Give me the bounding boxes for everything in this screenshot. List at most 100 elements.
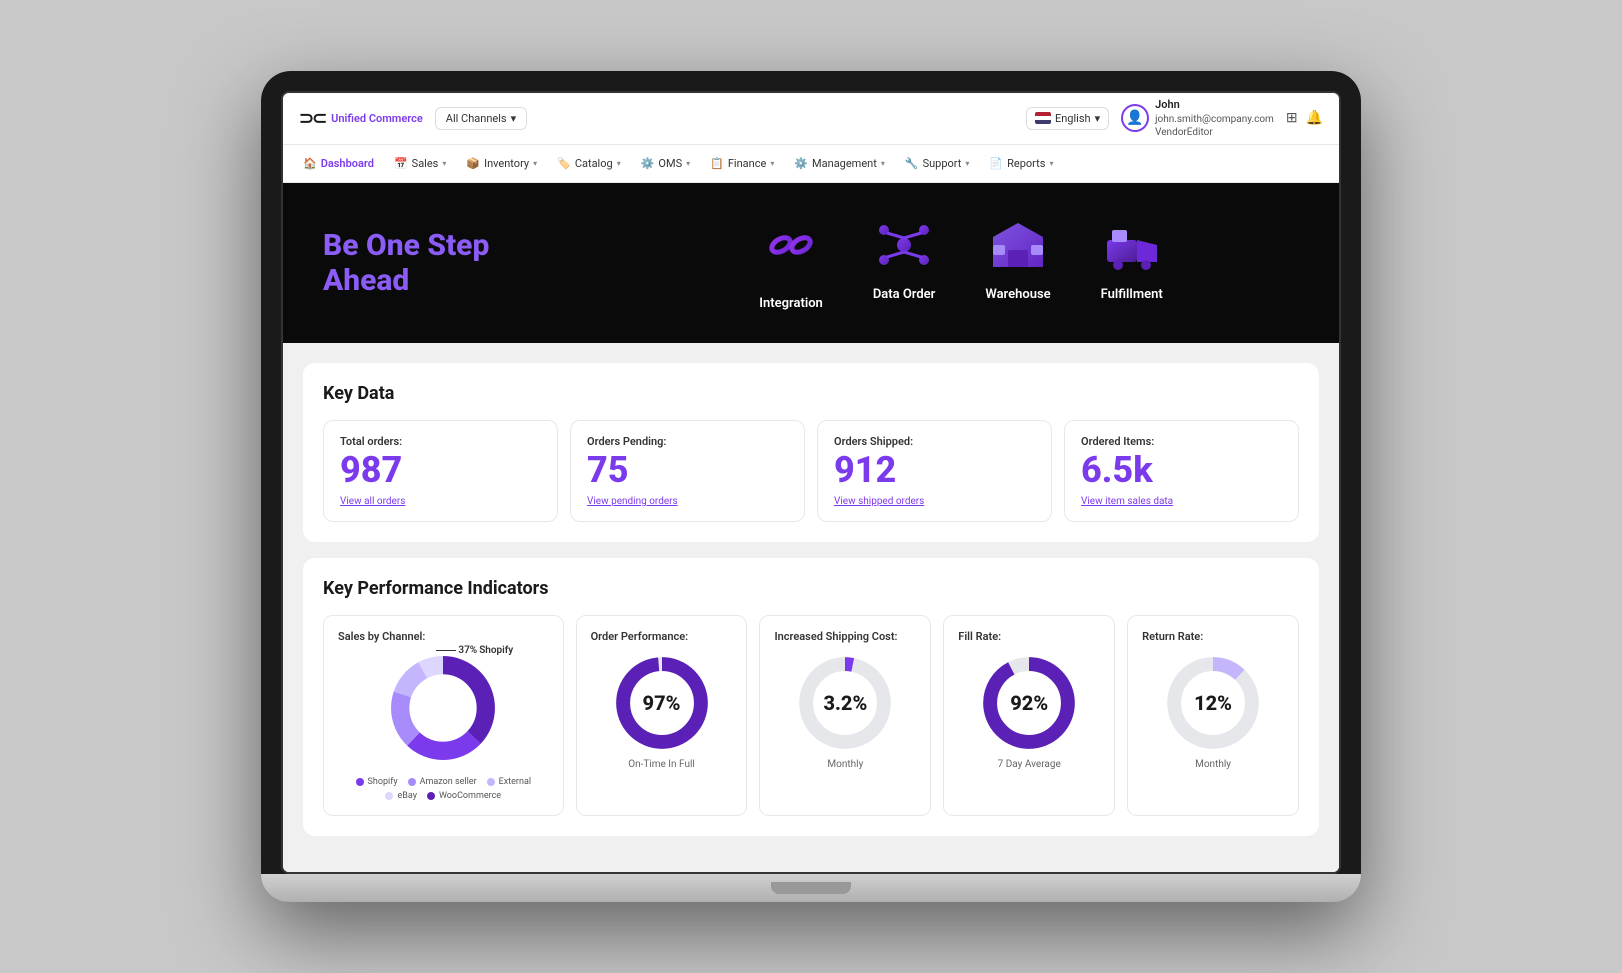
hero-feature-fulfillment[interactable]: Fulfillment (1101, 215, 1163, 311)
channel-chevron: ▾ (511, 112, 517, 125)
return-rate-card: Return Rate: 12% Monthly (1127, 615, 1299, 816)
nav-finance[interactable]: 📋 Finance ▾ (710, 157, 774, 170)
shipping-cost-center: 3.2% (823, 691, 867, 715)
catalog-chevron: ▾ (617, 159, 621, 168)
nav-management[interactable]: ⚙️ Management ▾ (794, 157, 885, 170)
view-item-sales-link[interactable]: View item sales data (1081, 496, 1282, 507)
hero-section: Be One Step Ahead (283, 183, 1339, 343)
total-orders-card: Total orders: 987 View all orders (323, 420, 558, 522)
integration-icon (761, 215, 821, 288)
lang-chevron: ▾ (1095, 112, 1101, 125)
nav-catalog[interactable]: 🏷️ Catalog ▾ (557, 157, 621, 170)
user-info: 👤 John john.smith@company.com VendorEdit… (1121, 98, 1274, 138)
language-label: English (1055, 112, 1091, 125)
orders-pending-label: Orders Pending: (587, 435, 788, 448)
fulfillment-icon (1102, 215, 1162, 279)
nav-oms-label: OMS (658, 157, 682, 170)
warehouse-label: Warehouse (985, 287, 1050, 302)
reports-icon: 📄 (989, 157, 1003, 170)
fill-rate-title: Fill Rate: (958, 630, 1100, 643)
nav-catalog-label: Catalog (575, 157, 613, 170)
orders-pending-value: 75 (587, 452, 788, 488)
nav-icons: ⊞ 🔔 (1286, 110, 1323, 126)
ebay-legend-label: eBay (397, 791, 416, 801)
order-performance-center: 97% (643, 691, 681, 715)
shipping-cost-donut: 3.2% (795, 653, 895, 753)
orders-pending-card: Orders Pending: 75 View pending orders (570, 420, 805, 522)
hero-feature-integration[interactable]: Integration (759, 215, 823, 311)
fulfillment-label: Fulfillment (1101, 287, 1163, 302)
order-performance-sub: On-Time In Full (591, 759, 733, 770)
external-dot (487, 778, 495, 786)
hero-feature-dataorder[interactable]: Data Order (873, 215, 936, 311)
language-select[interactable]: English ▾ (1026, 107, 1109, 130)
reports-chevron: ▾ (1049, 159, 1053, 168)
nav-inventory[interactable]: 📦 Inventory ▾ (466, 157, 537, 170)
grid-icon[interactable]: ⊞ (1286, 110, 1298, 126)
return-rate-title: Return Rate: (1142, 630, 1284, 643)
sales-by-channel-title: Sales by Channel: (338, 630, 549, 643)
legend-ebay: eBay (385, 791, 416, 801)
sales-chevron: ▾ (442, 159, 446, 168)
woocommerce-dot (427, 792, 435, 800)
shipping-cost-card: Increased Shipping Cost: 3.2% Month (759, 615, 931, 816)
donut-shopify-label: 37% Shopify (436, 645, 513, 656)
main-content: Key Data Total orders: 987 View all orde… (283, 343, 1339, 872)
orders-shipped-label: Orders Shipped: (834, 435, 1035, 448)
sales-donut-container: 37% Shopify Shopify (338, 653, 549, 801)
support-chevron: ▾ (965, 159, 969, 168)
oms-chevron: ▾ (686, 159, 690, 168)
ordered-items-value: 6.5k (1081, 452, 1282, 488)
shipping-cost-value: 3.2% (823, 691, 867, 715)
finance-icon: 📋 (710, 157, 724, 170)
orders-shipped-card: Orders Shipped: 912 View shipped orders (817, 420, 1052, 522)
laptop-base (261, 874, 1361, 902)
top-nav: ⊃⊂ Unified Commerce All Channels ▾ Engli… (283, 93, 1339, 145)
nav-oms[interactable]: ⚙️ OMS ▾ (641, 157, 690, 170)
logo-icon: ⊃⊂ (299, 108, 325, 129)
dashboard-icon: 🏠 (303, 157, 317, 170)
sales-donut-chart: 37% Shopify (388, 653, 498, 763)
hero-title-accent: Ahead (323, 263, 409, 298)
nav-dashboard[interactable]: 🏠 Dashboard (303, 157, 374, 170)
view-pending-orders-link[interactable]: View pending orders (587, 496, 788, 507)
hero-feature-warehouse[interactable]: Warehouse (985, 215, 1050, 311)
key-data-grid: Total orders: 987 View all orders Orders… (323, 420, 1299, 522)
inventory-icon: 📦 (466, 157, 480, 170)
legend-external: External (487, 777, 531, 787)
view-shipped-orders-link[interactable]: View shipped orders (834, 496, 1035, 507)
bell-icon[interactable]: 🔔 (1306, 110, 1323, 126)
total-orders-value: 987 (340, 452, 541, 488)
order-performance-donut: 97% (612, 653, 712, 753)
catalog-icon: 🏷️ (557, 157, 571, 170)
nav-inventory-label: Inventory (484, 157, 529, 170)
logo: ⊃⊂ Unified Commerce (299, 108, 423, 129)
sales-by-channel-card: Sales by Channel: (323, 615, 564, 816)
integration-label: Integration (759, 296, 823, 311)
nav-reports[interactable]: 📄 Reports ▾ (989, 157, 1053, 170)
nav-management-label: Management (812, 157, 877, 170)
fill-rate-donut: 92% (979, 653, 1079, 753)
return-rate-value: 12% (1194, 691, 1232, 715)
laptop-frame: ⊃⊂ Unified Commerce All Channels ▾ Engli… (261, 71, 1361, 902)
view-all-orders-link[interactable]: View all orders (340, 496, 541, 507)
laptop-notch (771, 882, 851, 894)
nav-finance-label: Finance (728, 157, 766, 170)
laptop-screen: ⊃⊂ Unified Commerce All Channels ▾ Engli… (281, 91, 1341, 874)
shipping-cost-sub: Monthly (774, 759, 916, 770)
fill-rate-center: 92% (1010, 691, 1048, 715)
channel-select[interactable]: All Channels ▾ (435, 107, 527, 130)
legend-amazon: Amazon seller (408, 777, 477, 787)
ebay-dot (385, 792, 393, 800)
orders-shipped-value: 912 (834, 452, 1035, 488)
woocommerce-legend-label: WooCommerce (439, 791, 501, 801)
nav-sales[interactable]: 📅 Sales ▾ (394, 157, 446, 170)
nav-support[interactable]: 🔧 Support ▾ (905, 157, 970, 170)
nav-support-label: Support (923, 157, 962, 170)
avatar: 👤 (1121, 104, 1149, 132)
nav-right: English ▾ 👤 John john.smith@company.com … (1026, 98, 1323, 138)
management-icon: ⚙️ (794, 157, 808, 170)
order-performance-value: 97% (643, 691, 681, 715)
return-rate-donut: 12% (1163, 653, 1263, 753)
finance-chevron: ▾ (770, 159, 774, 168)
